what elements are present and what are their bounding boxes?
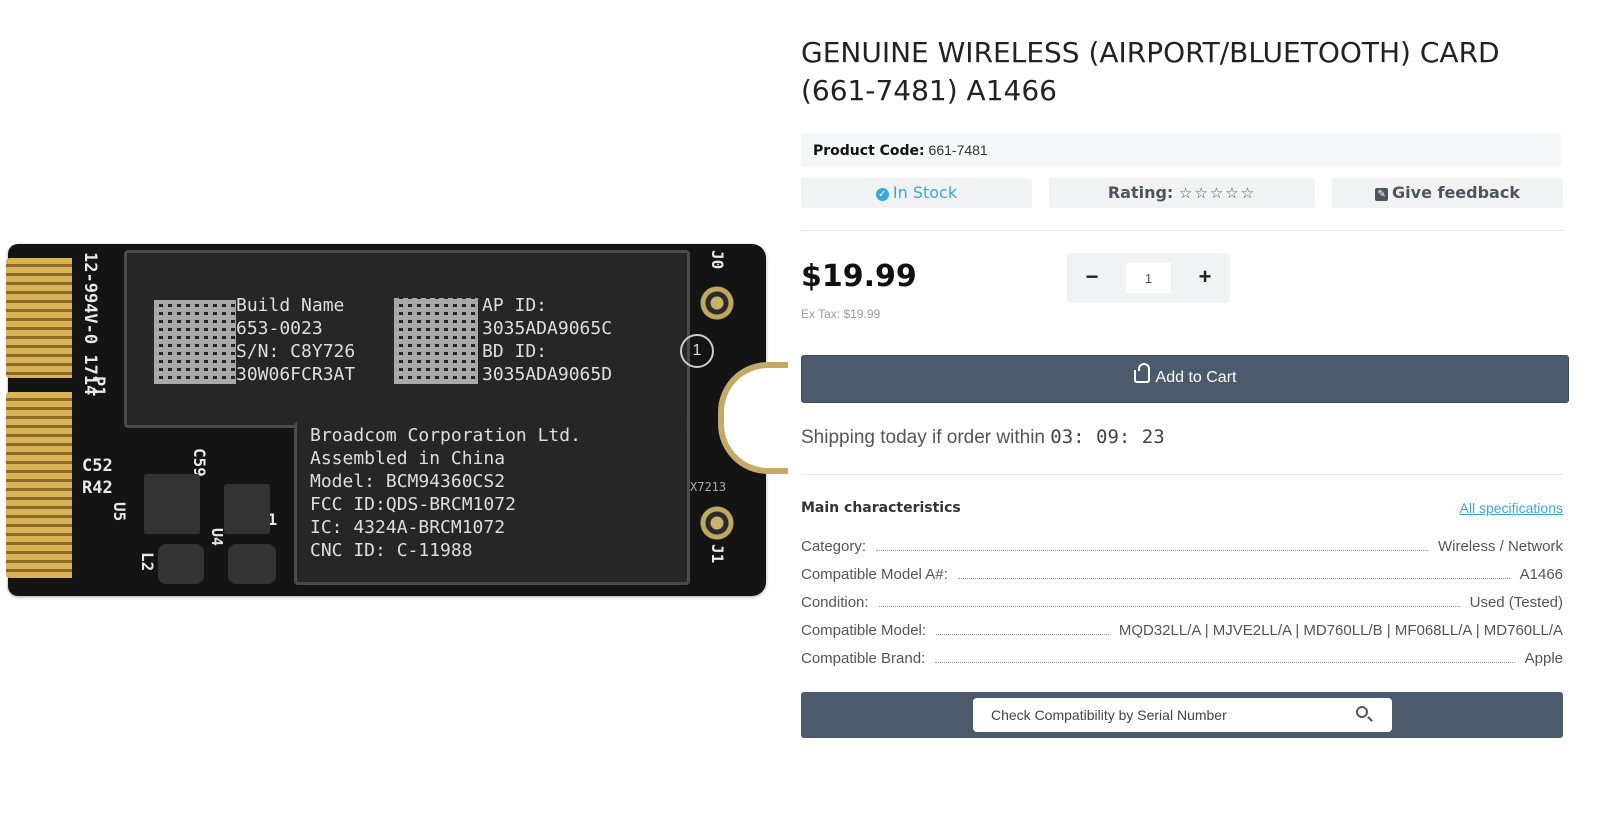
characteristics-heading: Main characteristics [801,500,961,516]
stock-status: ✓ In Stock [801,178,1032,208]
search-icon[interactable] [1356,706,1368,718]
stock-status-label: In Stock [892,183,958,202]
card-label-line: 30W06FCR3AT [236,364,356,385]
divider [801,230,1563,231]
card-label-line: AP ID: [482,295,548,316]
spec-label: Category: [801,538,867,555]
divider [801,474,1563,475]
card-label-line: 653-0023 [236,318,323,339]
card-print-l2: L2 [138,552,157,572]
datamatrix-code [154,300,236,384]
card-label-line: Broadcom Corporation Ltd. [310,425,581,446]
card-mounting-notch [718,362,788,474]
card-label-line: 3035ADA9065D [482,364,613,385]
card-inductor-1 [158,544,204,584]
card-label-line: Build Name [236,295,345,316]
spec-leader [878,606,1460,607]
antenna-connector-j0 [700,286,734,320]
serial-check-bar [801,692,1563,738]
spec-label: Compatible Model A#: [801,566,948,583]
spec-label: Compatible Brand: [801,650,926,667]
shipping-countdown: Shipping today if order within 03: 09: 2… [801,426,1165,449]
card-print-c52: C52 [82,456,113,476]
card-inductor-2 [228,544,276,584]
card-label-line: BD ID: [482,341,548,362]
card-print-circle-1: 1 [680,334,714,368]
product-title: GENUINE WIRELESS (AIRPORT/BLUETOOTH) CAR… [801,36,1500,107]
product-code-value: 661-7481 [928,142,988,158]
give-feedback-label: Give feedback [1392,183,1520,202]
card-label-line: FCC ID:QDS-BRCM1072 [310,494,516,515]
spec-leader [876,550,1428,551]
card-connector-top [6,258,72,378]
spec-value: Used (Tested) [1469,594,1563,611]
spec-row-compatible-model: Compatible Model: MQD32LL/A | MJVE2LL/A |… [801,619,1563,639]
card-label-line: Model: BCM94360CS2 [310,471,506,492]
card-print-board-id: 12-994V-0 1714 [80,252,100,396]
quantity-input[interactable] [1126,263,1171,293]
add-to-cart-label: Add to Cart [1155,369,1237,386]
spec-value: A1466 [1519,566,1563,583]
spec-label: Compatible Model: [801,622,927,639]
rating-label: Rating: [1107,183,1174,202]
spec-leader [957,578,1510,579]
card-print-j1: J1 [708,544,727,564]
shipping-text: Shipping today if order within [801,427,1051,448]
basket-icon [1133,363,1150,383]
card-label-line: S/N: C8Y726 [236,341,356,362]
give-feedback-button[interactable]: ✎ Give feedback [1332,178,1563,208]
spec-value: MQD32LL/A | MJVE2LL/A | MD760LL/B | MF06… [1118,622,1563,639]
card-label-build: Build Name 653-0023 S/N: C8Y726 30W06FCR… [236,294,355,386]
product-image[interactable]: 12-994V-0 1714 P1 C52 R42 U5 L2 C59 U4 L… [0,230,788,610]
card-label-line: 3035ADA9065C [482,318,613,339]
spec-leader [936,634,1109,635]
card-print-j0: J0 [708,250,727,270]
spec-row-condition: Condition: Used (Tested) [801,591,1563,611]
card-print-u5: U5 [110,502,129,522]
card-chip-2 [224,484,270,534]
wireless-card-photo: 12-994V-0 1714 P1 C52 R42 U5 L2 C59 U4 L… [6,244,788,596]
rating-box[interactable]: Rating: ☆☆☆☆☆ [1049,178,1315,208]
check-circle-icon: ✓ [875,188,889,201]
spec-row-brand: Compatible Brand: Apple [801,647,1563,667]
card-label-broadcom: Broadcom Corporation Ltd. Assembled in C… [310,424,581,562]
card-connector-bottom [6,392,72,578]
ex-tax-price: Ex Tax: $19.99 [801,307,881,321]
quantity-decrease-button[interactable]: − [1067,253,1117,303]
spec-leader [935,662,1515,663]
card-print-x7213: X7213 [690,480,727,494]
edit-icon: ✎ [1375,188,1389,201]
serial-number-input[interactable] [973,698,1392,732]
shipping-timer: 03: 09: 23 [1050,426,1165,448]
spec-value: Wireless / Network [1437,538,1563,555]
card-print-c59: C59 [190,448,209,477]
card-label-line: Assembled in China [310,448,506,469]
spec-value: Apple [1524,650,1563,667]
all-specifications-link[interactable]: All specifications [1460,500,1564,516]
spec-row-category: Category: Wireless / Network [801,535,1563,555]
card-print-p1: P1 [88,376,108,397]
qr-code [394,298,478,384]
antenna-connector-j1 [700,506,734,540]
product-price: $19.99 [801,259,917,294]
rating-stars[interactable]: ☆☆☆☆☆ [1179,184,1256,202]
card-label-ids: AP ID: 3035ADA9065C BD ID: 3035ADA9065D [482,294,612,386]
card-label-line: CNC ID: C-11988 [310,540,473,561]
card-print-r42: R42 [82,478,113,498]
product-code-label: Product Code: [813,143,925,159]
spec-label: Condition: [801,594,869,611]
spec-row-model-number: Compatible Model A#: A1466 [801,563,1563,583]
product-code-bar: Product Code: 661-7481 [801,133,1561,167]
quantity-stepper: − + [1067,253,1230,303]
card-chip-1 [144,474,200,534]
add-to-cart-button[interactable]: Add to Cart [801,355,1569,403]
quantity-increase-button[interactable]: + [1180,253,1230,303]
card-label-line: IC: 4324A-BRCM1072 [310,517,506,538]
